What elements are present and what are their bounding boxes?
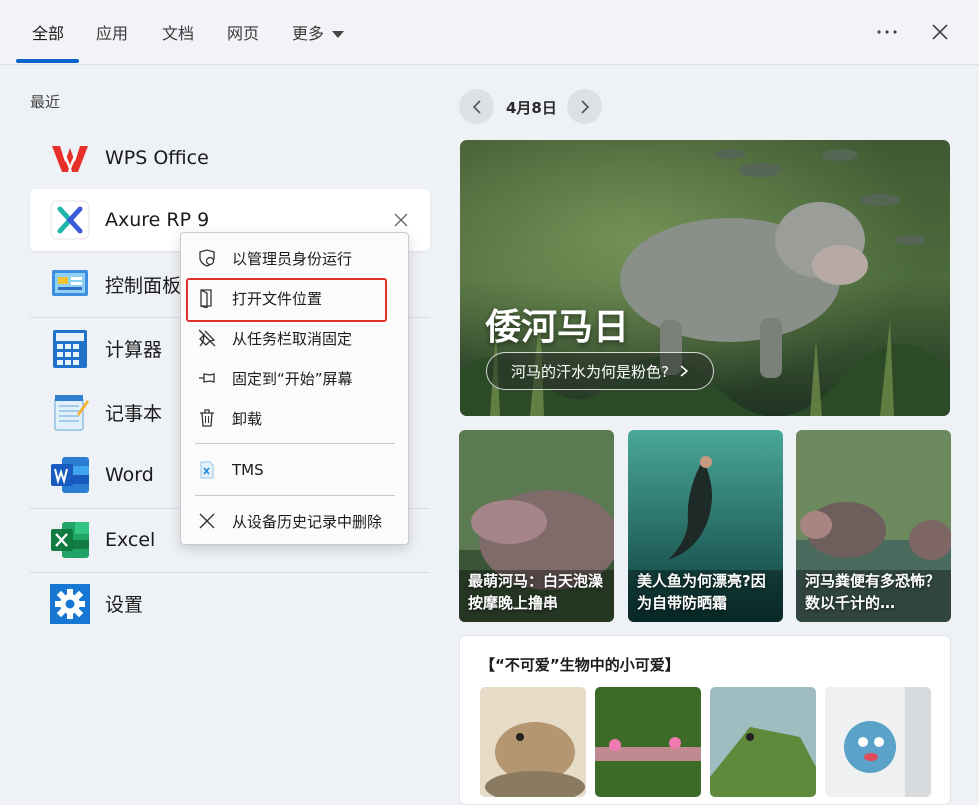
wps-icon [50, 138, 90, 178]
app-name: Excel [105, 528, 156, 551]
topic-panel: 【“不可爱”生物中的小可爱】 [459, 635, 951, 805]
menu-item-tms[interactable]: TMS [181, 451, 408, 489]
hero-link-label: 河马的汗水为何是粉色? [511, 362, 669, 381]
news-card[interactable]: 河马粪便有多恐怖？数以千计的… [796, 430, 951, 622]
app-item-settings[interactable]: 设置 [30, 572, 430, 634]
menu-divider [195, 495, 395, 496]
prev-date-button[interactable] [459, 89, 494, 124]
trash-icon [196, 407, 218, 429]
calculator-icon [50, 329, 90, 369]
menu-item-label: 卸载 [232, 409, 263, 428]
excel-icon [50, 520, 90, 560]
menu-item-run-as-admin[interactable]: 以管理员身份运行 [181, 239, 408, 277]
word-icon [50, 455, 90, 495]
card-caption: 美人鱼为何漂亮?因为自带防晒霜 [637, 572, 766, 612]
axure-icon [50, 200, 90, 240]
app-name: 记事本 [105, 402, 163, 425]
menu-item-uninstall[interactable]: 卸载 [181, 399, 408, 437]
close-icon[interactable] [926, 18, 954, 46]
chevron-down-icon [332, 31, 345, 38]
next-date-button[interactable] [567, 89, 602, 124]
panel-title: 【“不可爱”生物中的小可爱】 [480, 656, 680, 674]
menu-item-remove-history[interactable]: 从设备历史记录中删除 [181, 502, 408, 540]
hero-card[interactable]: 倭河马日 河马的汗水为何是粉色? [460, 140, 950, 416]
app-name: WPS Office [105, 147, 209, 169]
context-menu: 以管理员身份运行 打开文件位置 从任务栏取消固定 固定到“开始”屏幕 卸载 TM… [180, 232, 409, 545]
remove-icon[interactable] [392, 211, 410, 229]
app-name: 计算器 [105, 339, 163, 361]
menu-item-label: 以管理员身份运行 [232, 249, 353, 268]
notepad-icon [50, 392, 90, 432]
app-name: 设置 [105, 594, 144, 616]
app-name: Axure RP 9 [105, 209, 210, 231]
panel-thumbnail[interactable] [710, 687, 816, 797]
menu-item-label: 从任务栏取消固定 [232, 329, 353, 348]
menu-item-unpin-taskbar[interactable]: 从任务栏取消固定 [181, 319, 408, 357]
close-icon [196, 510, 218, 532]
active-tab-indicator [16, 59, 79, 63]
panel-thumbnail[interactable] [825, 687, 931, 797]
thumbnail-image [595, 687, 701, 797]
news-card[interactable]: 美人鱼为何漂亮?因为自带防晒霜 [628, 430, 783, 622]
menu-item-label: 从设备历史记录中删除 [232, 512, 383, 531]
tab-all[interactable]: 全部 [32, 20, 64, 44]
panel-thumbnail[interactable] [480, 687, 586, 797]
menu-divider [195, 443, 395, 444]
tab-more[interactable]: 更多 [292, 20, 345, 44]
ellipsis-icon[interactable] [873, 18, 901, 46]
file-icon [196, 459, 218, 481]
chevron-right-icon [580, 99, 589, 114]
app-name: 控制面板 [105, 274, 182, 297]
card-caption: 河马粪便有多恐怖？数以千计的… [805, 572, 941, 612]
tab-web[interactable]: 网页 [227, 20, 259, 44]
thumbnail-image [480, 687, 586, 797]
tab-more-label: 更多 [292, 24, 325, 43]
chevron-left-icon [472, 99, 481, 114]
tab-apps[interactable]: 应用 [96, 20, 128, 44]
recent-heading: 最近 [30, 93, 61, 111]
card-caption: 最萌河马：白天泡澡按摩晚上撸串 [468, 572, 604, 612]
unpin-icon [196, 327, 218, 349]
top-bar: 全部 应用 文档 网页 更多 [0, 0, 979, 65]
app-item-wps[interactable]: WPS Office [30, 127, 430, 189]
folder-icon [196, 287, 218, 309]
news-card[interactable]: 最萌河马：白天泡澡按摩晚上撸串 [459, 430, 614, 622]
app-name: Word [105, 464, 154, 486]
menu-item-label: TMS [232, 461, 264, 479]
hero-link-button[interactable]: 河马的汗水为何是粉色? [486, 352, 714, 390]
settings-icon [50, 583, 90, 624]
shield-icon [196, 247, 218, 269]
menu-item-label: 打开文件位置 [232, 289, 323, 308]
panel-thumbnail[interactable] [595, 687, 701, 797]
thumbnail-image [710, 687, 816, 797]
chevron-right-icon [680, 365, 689, 377]
tab-documents[interactable]: 文档 [162, 20, 194, 44]
thumbnail-image [825, 687, 931, 797]
menu-item-label: 固定到“开始”屏幕 [232, 369, 353, 388]
menu-item-pin-to-start[interactable]: 固定到“开始”屏幕 [181, 359, 408, 397]
pin-icon [196, 367, 218, 389]
feed-date: 4月8日 [506, 99, 557, 117]
hero-title: 倭河马日 [485, 307, 630, 348]
control-panel-icon [50, 264, 90, 304]
menu-item-open-file-location[interactable]: 打开文件位置 [181, 279, 408, 317]
